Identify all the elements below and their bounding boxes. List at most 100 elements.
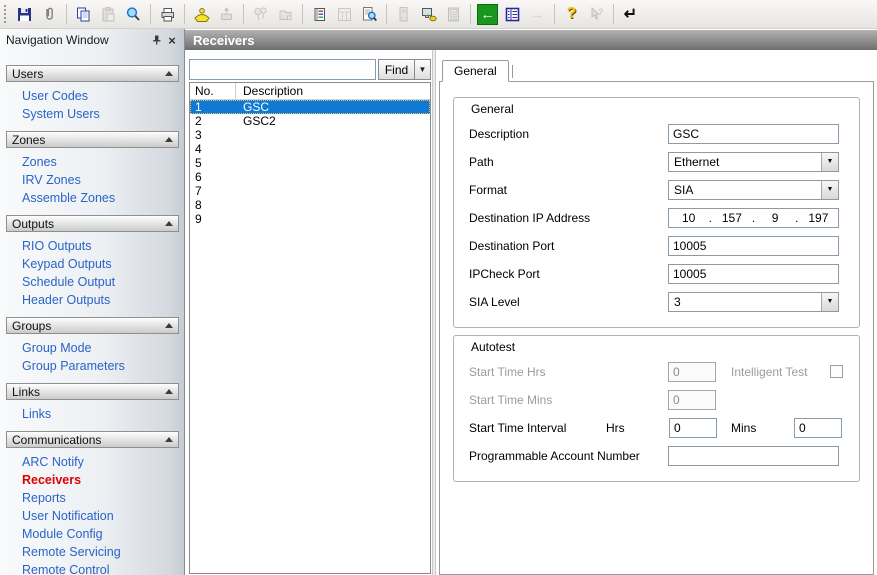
row-no: 9 <box>190 212 236 226</box>
row-no: 6 <box>190 170 236 184</box>
sidebar-item-group-parameters[interactable]: Group Parameters <box>0 357 184 375</box>
description-field[interactable] <box>668 124 839 144</box>
interval-hrs-field[interactable] <box>669 418 717 438</box>
archive-icon <box>274 3 297 26</box>
ip-dot: . <box>750 211 758 225</box>
remote-pc-icon[interactable] <box>417 3 440 26</box>
nav-section-outputs[interactable]: Outputs <box>6 215 179 232</box>
sidebar-item-header-outputs[interactable]: Header Outputs <box>0 291 184 309</box>
find-input[interactable] <box>189 59 376 80</box>
save-icon[interactable] <box>13 3 36 26</box>
intelligent-test-checkbox <box>830 365 843 378</box>
interval-mins-field[interactable] <box>794 418 842 438</box>
copy-icon[interactable] <box>72 3 95 26</box>
sidebar-item-keypad-outputs[interactable]: Keypad Outputs <box>0 255 184 273</box>
nav-section-links[interactable]: Links <box>6 383 179 400</box>
search-icon[interactable] <box>122 3 145 26</box>
toolbar-grip[interactable] <box>4 5 7 23</box>
toolbar-separator <box>243 4 244 24</box>
format-select[interactable]: SIA ▼ <box>668 180 839 200</box>
row-description <box>236 212 430 226</box>
forward-arrow-glyph: → <box>530 7 545 22</box>
section-label: Outputs <box>12 217 54 231</box>
toolbar-separator <box>66 4 67 24</box>
sidebar-item-remote-servicing[interactable]: Remote Servicing <box>0 543 184 561</box>
find-button[interactable]: Find <box>378 59 414 80</box>
sidebar-item-module-config[interactable]: Module Config <box>0 525 184 543</box>
row-no: 8 <box>190 198 236 212</box>
list-row[interactable]: 6 <box>190 170 430 184</box>
sidebar-item-rio-outputs[interactable]: RIO Outputs <box>0 237 184 255</box>
help-icon[interactable]: ? <box>560 3 583 26</box>
column-header-description[interactable]: Description <box>236 84 430 98</box>
destination-ip-field[interactable]: 10 . 157 . 9 . 197 <box>668 208 839 228</box>
toolbar-separator <box>302 4 303 24</box>
events-icon <box>249 3 272 26</box>
sidebar-item-links[interactable]: Links <box>0 405 184 423</box>
sidebar-item-system-users[interactable]: System Users <box>0 105 184 123</box>
sidebar-item-assemble-zones[interactable]: Assemble Zones <box>0 189 184 207</box>
ip-dot: . <box>706 211 714 225</box>
view-log-icon[interactable] <box>358 3 381 26</box>
chevron-down-icon: ▼ <box>821 181 838 199</box>
nav-section-users[interactable]: Users <box>6 65 179 82</box>
return-glyph: ↵ <box>624 4 637 24</box>
list-row[interactable]: 2GSC2 <box>190 114 430 128</box>
sidebar-item-receivers[interactable]: Receivers <box>0 471 184 489</box>
ip-octet: 9 <box>758 211 793 225</box>
details-view-icon[interactable] <box>501 3 524 26</box>
start-time-mins-label: Start Time Mins <box>469 393 668 407</box>
list-row[interactable]: 7 <box>190 184 430 198</box>
address-book-icon[interactable] <box>308 3 331 26</box>
collapse-arrow-icon <box>165 437 173 442</box>
ipcheck-port-field[interactable] <box>668 264 839 284</box>
ip-octet: 197 <box>801 211 836 225</box>
back-icon[interactable]: ← <box>476 3 499 26</box>
sidebar-item-user-codes[interactable]: User Codes <box>0 87 184 105</box>
tab-general[interactable]: General <box>442 60 509 82</box>
receivers-list: No. Description 1GSC 2GSC2 3 4 5 6 7 8 9 <box>189 82 431 574</box>
programmable-account-field[interactable] <box>668 446 839 466</box>
tab-divider <box>512 65 513 78</box>
planner-icon <box>333 3 356 26</box>
sidebar-item-reports[interactable]: Reports <box>0 489 184 507</box>
nav-section-zones[interactable]: Zones <box>6 131 179 148</box>
list-row[interactable]: 4 <box>190 142 430 156</box>
find-dropdown-button[interactable]: ▼ <box>414 59 431 80</box>
sidebar-item-schedule-output[interactable]: Schedule Output <box>0 273 184 291</box>
destination-port-field[interactable] <box>668 236 839 256</box>
list-row[interactable]: 9 <box>190 212 430 226</box>
sidebar-item-irv-zones[interactable]: IRV Zones <box>0 171 184 189</box>
sidebar-item-remote-control[interactable]: Remote Control <box>0 561 184 575</box>
navigation-body: Users User Codes System Users Zones Zone… <box>0 49 184 575</box>
list-row[interactable]: 1GSC <box>190 100 430 114</box>
sidebar-item-user-notification[interactable]: User Notification <box>0 507 184 525</box>
sia-level-select[interactable]: 3 ▼ <box>668 292 839 312</box>
connect-phone-icon[interactable] <box>190 3 213 26</box>
sidebar-item-arc-notify[interactable]: ARC Notify <box>0 453 184 471</box>
attach-icon[interactable] <box>38 3 61 26</box>
nav-section-communications[interactable]: Communications <box>6 431 179 448</box>
receiver-detail-panel: General General Description Path <box>436 50 877 575</box>
collapse-arrow-icon <box>165 323 173 328</box>
print-icon[interactable] <box>156 3 179 26</box>
list-row[interactable]: 8 <box>190 198 430 212</box>
row-description <box>236 198 430 212</box>
pin-icon[interactable] <box>148 33 164 48</box>
list-row[interactable]: 3 <box>190 128 430 142</box>
toolbar-separator <box>470 4 471 24</box>
navigation-header: Navigation Window × <box>0 29 184 49</box>
row-description <box>236 142 430 156</box>
nav-section-groups[interactable]: Groups <box>6 317 179 334</box>
path-select[interactable]: Ethernet ▼ <box>668 152 839 172</box>
close-icon[interactable]: × <box>164 33 180 48</box>
column-header-no[interactable]: No. <box>190 83 236 99</box>
return-icon[interactable]: ↵ <box>619 3 642 26</box>
sidebar-item-group-mode[interactable]: Group Mode <box>0 339 184 357</box>
back-arrow-glyph: ← <box>477 4 498 25</box>
collapse-arrow-icon <box>165 137 173 142</box>
sidebar-item-zones[interactable]: Zones <box>0 153 184 171</box>
send-to-panel-icon <box>215 3 238 26</box>
list-row[interactable]: 5 <box>190 156 430 170</box>
collapse-arrow-icon <box>165 221 173 226</box>
